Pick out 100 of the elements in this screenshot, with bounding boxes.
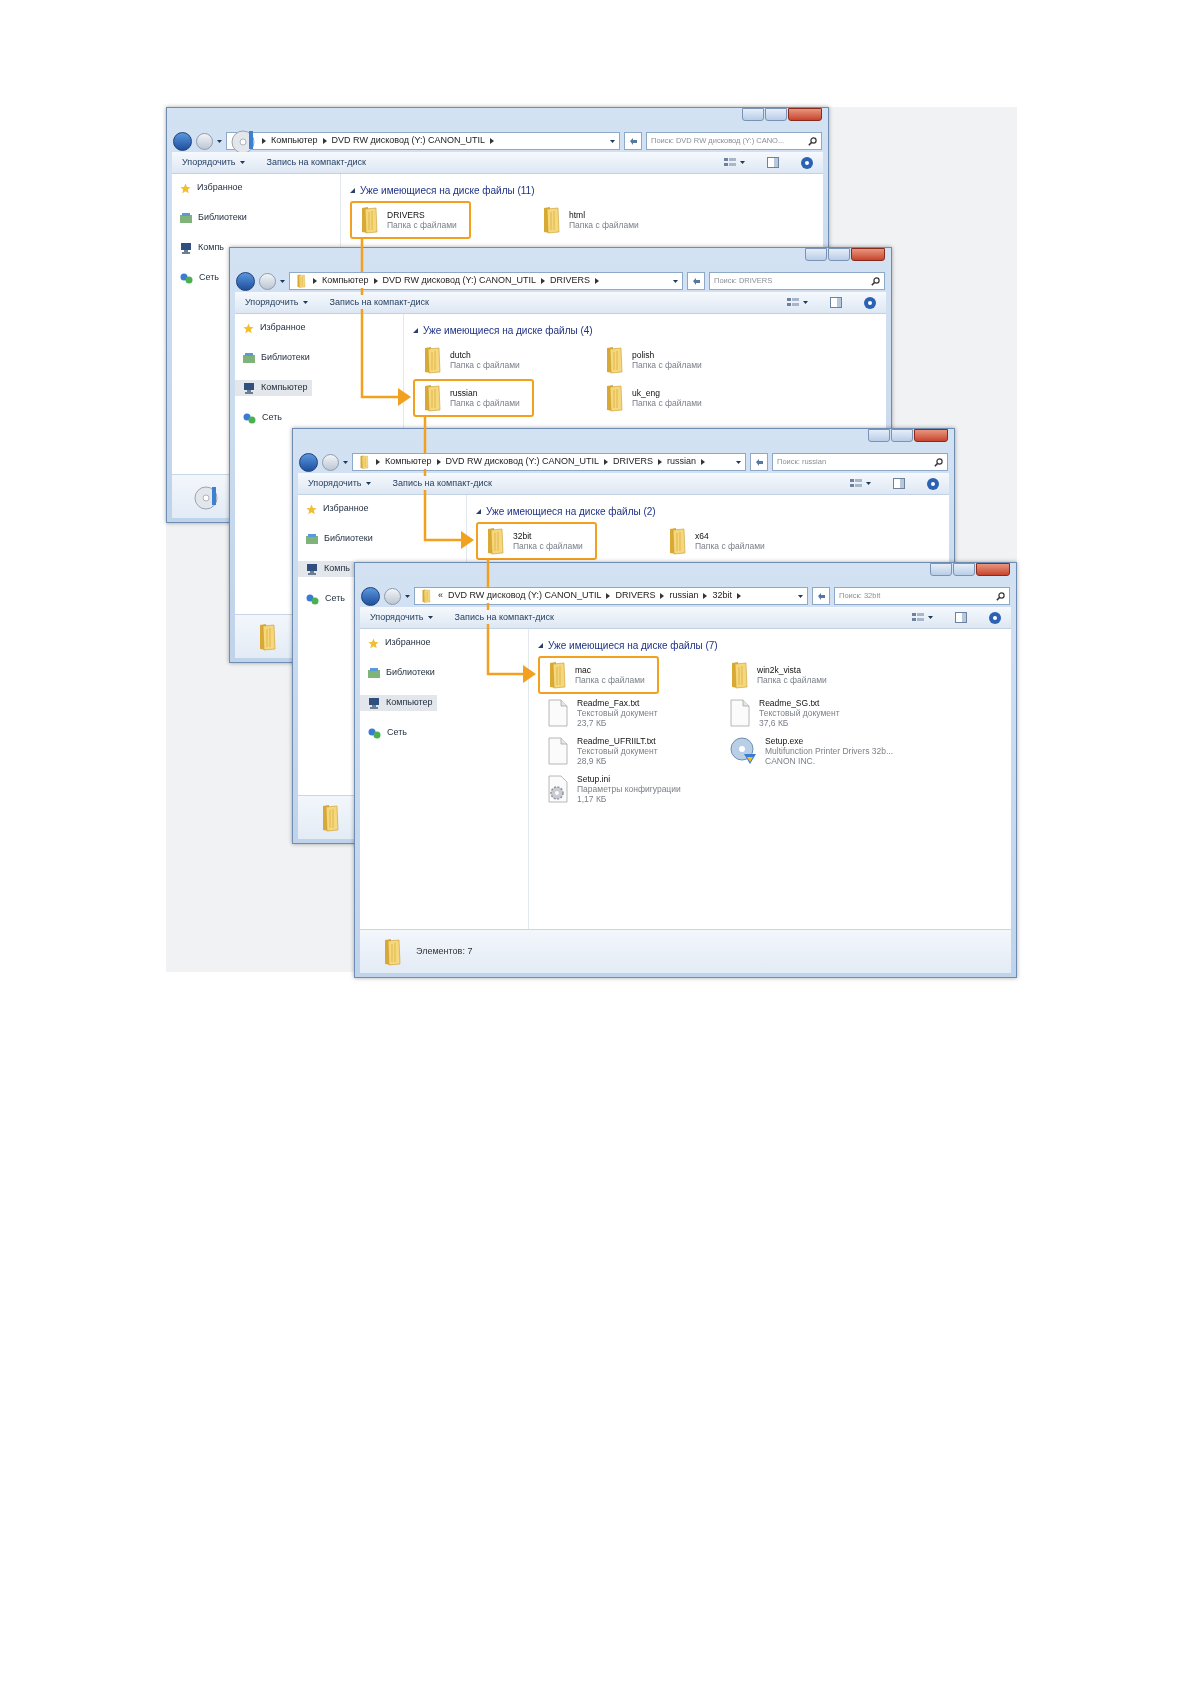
view-options-button[interactable] (787, 297, 808, 308)
back-button[interactable] (361, 586, 380, 606)
collapse-icon[interactable] (350, 187, 355, 193)
file-item[interactable]: Setup.exe Multifunction Printer Drivers 32b... CANON INC. (720, 732, 902, 770)
caret-icon (427, 616, 433, 619)
close-button[interactable] (914, 429, 948, 442)
document-icon (547, 737, 569, 765)
folder-icon (541, 206, 561, 234)
file-item[interactable]: win2k_vista Папка с файлами (720, 656, 841, 694)
folder-icon (257, 622, 277, 651)
maximize-button[interactable] (953, 563, 975, 576)
chevron-icon (703, 593, 708, 599)
breadcrumb-item[interactable]: 32bit (712, 589, 732, 603)
library-icon (368, 668, 380, 678)
file-detail: Папка с файлами (387, 220, 457, 230)
breadcrumb-item[interactable]: DVD RW дисковод (Y:) CANON_UTIL (448, 589, 602, 603)
preview-pane-icon[interactable] (830, 297, 842, 308)
computer-icon (368, 697, 380, 709)
file-item[interactable]: DRIVERS Папка с файлами (350, 201, 471, 239)
navigation-item[interactable]: Компьютер (360, 695, 437, 711)
file-item[interactable]: 32bit Папка с файлами (476, 522, 597, 560)
file-item[interactable]: uk_eng Папка с файлами (595, 379, 716, 417)
maximize-button[interactable] (891, 429, 913, 442)
close-button[interactable] (976, 563, 1010, 576)
close-button[interactable] (851, 248, 885, 261)
view-options-button[interactable] (724, 157, 745, 168)
address-bar[interactable]: Компьютер DVD RW дисковод (Y:) CANON_UTIL DRIVERS russian (352, 453, 746, 471)
caret-icon (365, 482, 371, 485)
file-item[interactable]: mac Папка с файлами (538, 656, 659, 694)
file-item[interactable]: polish Папка с файлами (595, 341, 716, 379)
refresh-button[interactable] (812, 587, 830, 605)
address-bar[interactable]: « DVD RW дисковод (Y:) CANON_UTIL DRIVERS russian 32bit (414, 587, 808, 605)
refresh-button[interactable] (750, 453, 768, 471)
file-item[interactable]: Setup.ini Параметры конфигурации 1,17 КБ (538, 770, 689, 808)
back-button[interactable] (299, 452, 318, 472)
breadcrumb-item[interactable]: DRIVERS (615, 589, 656, 603)
preview-pane-icon[interactable] (955, 612, 967, 623)
minimize-button[interactable] (742, 108, 764, 121)
breadcrumb-overflow[interactable]: « (438, 589, 443, 603)
breadcrumb-item[interactable]: DRIVERS (613, 455, 654, 469)
refresh-button[interactable] (624, 132, 642, 150)
caret-icon (280, 279, 285, 283)
preview-pane-icon[interactable] (893, 478, 905, 489)
minimize-button[interactable] (805, 248, 827, 261)
file-item[interactable]: dutch Папка с файлами (413, 341, 534, 379)
preview-pane-icon[interactable] (767, 157, 779, 168)
collapse-icon[interactable] (538, 642, 543, 648)
organize-menu[interactable]: Упорядочить (308, 476, 371, 491)
file-detail: 23,7 КБ (577, 718, 608, 728)
chevron-icon (658, 459, 663, 465)
maximize-button[interactable] (765, 108, 787, 121)
file-name: russian (450, 388, 479, 398)
network-icon (306, 593, 319, 605)
file-item[interactable]: html Папка с файлами (532, 201, 653, 239)
burn-disc-button[interactable]: Запись на компакт-диск (329, 295, 430, 310)
breadcrumb-item[interactable]: russian (667, 455, 697, 469)
collapse-icon[interactable] (476, 508, 481, 514)
chevron-icon (322, 138, 327, 144)
file-item[interactable]: Readme_Fax.txt Текстовый документ 23,7 КБ (538, 694, 666, 732)
breadcrumb-item[interactable]: DVD RW дисковод (Y:) CANON_UTIL (331, 134, 485, 148)
burn-disc-button[interactable]: Запись на компакт-диск (454, 610, 555, 625)
breadcrumb-item[interactable]: DVD RW дисковод (Y:) CANON_UTIL (382, 274, 536, 288)
folder-icon (604, 346, 624, 374)
organize-menu[interactable]: Упорядочить (245, 295, 308, 310)
file-detail: Папка с файлами (632, 360, 702, 370)
view-options-button[interactable] (850, 478, 871, 489)
minimize-button[interactable] (868, 429, 890, 442)
burn-disc-button[interactable]: Запись на компакт-диск (266, 155, 367, 170)
view-options-button[interactable] (912, 612, 933, 623)
collapse-icon[interactable] (413, 327, 418, 333)
breadcrumb-item[interactable]: Компьютер (322, 274, 369, 288)
file-item[interactable]: russian Папка с файлами (413, 379, 534, 417)
back-button[interactable] (236, 271, 255, 291)
back-button[interactable] (173, 131, 192, 151)
organize-menu[interactable]: Упорядочить (182, 155, 245, 170)
maximize-button[interactable] (828, 248, 850, 261)
file-name: uk_eng (632, 388, 661, 398)
chevron-icon (595, 278, 600, 284)
file-detail: Multifunction Printer Drivers 32b... (765, 746, 894, 756)
chevron-icon (660, 593, 665, 599)
organize-menu[interactable]: Упорядочить (370, 610, 433, 625)
address-bar[interactable]: Компьютер DVD RW дисковод (Y:) CANON_UTIL (226, 132, 620, 150)
refresh-button[interactable] (687, 272, 705, 290)
burn-disc-button[interactable]: Запись на компакт-диск (392, 476, 493, 491)
file-name: Readme_SG.txt (759, 698, 821, 708)
file-detail: Папка с файлами (569, 220, 639, 230)
star-icon (180, 182, 191, 194)
address-bar[interactable]: Компьютер DVD RW дисковод (Y:) CANON_UTIL DRIVERS (289, 272, 683, 290)
minimize-button[interactable] (930, 563, 952, 576)
close-button[interactable] (788, 108, 822, 121)
breadcrumb-item[interactable]: DRIVERS (550, 274, 591, 288)
navigation-item[interactable]: Компь (298, 561, 354, 577)
file-item[interactable]: x64 Папка с файлами (658, 522, 779, 560)
breadcrumb-item[interactable]: Компьютер (385, 455, 432, 469)
breadcrumb-item[interactable]: Компьютер (271, 134, 318, 148)
file-item[interactable]: Readme_UFRIILT.txt Текстовый документ 28,9 КБ (538, 732, 666, 770)
file-item[interactable]: Readme_SG.txt Текстовый документ 37,6 КБ (720, 694, 848, 732)
navigation-item[interactable]: Компьютер (235, 380, 312, 396)
breadcrumb-item[interactable]: russian (669, 589, 699, 603)
breadcrumb-item[interactable]: DVD RW дисковод (Y:) CANON_UTIL (445, 455, 599, 469)
